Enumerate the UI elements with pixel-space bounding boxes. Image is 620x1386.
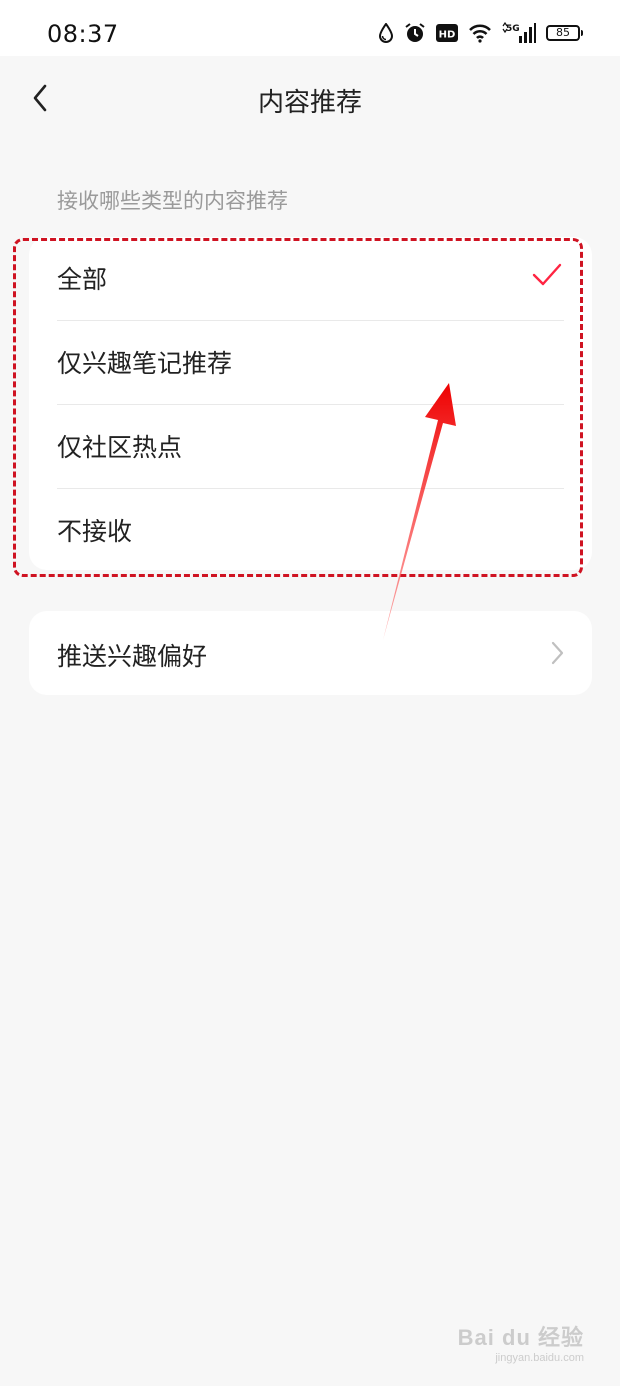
push-interest-preference-row[interactable]: 推送兴趣偏好: [29, 611, 592, 695]
section-label: 接收哪些类型的内容推荐: [57, 189, 288, 213]
status-bar: 08:37 HD 5G 85: [0, 0, 620, 56]
network-label: 5G: [506, 24, 520, 34]
option-label: 仅社区热点: [57, 433, 183, 462]
page-title: 内容推荐: [257, 88, 362, 118]
water-drop-icon: [378, 23, 394, 43]
status-time: 08:37: [47, 20, 119, 48]
watermark: Bai du 经验 jingyan.baidu.com: [458, 1320, 584, 1364]
option-all[interactable]: 全部: [29, 237, 592, 321]
wifi-icon: [468, 23, 492, 43]
option-none[interactable]: 不接收: [29, 489, 592, 573]
status-icons: HD 5G 85: [378, 22, 583, 44]
recommendation-options-card: 全部 仅兴趣笔记推荐 仅社区热点 不接收: [29, 237, 592, 570]
hd-icon: HD: [436, 24, 458, 42]
preference-label: 推送兴趣偏好: [57, 642, 208, 671]
option-label: 全部: [57, 265, 108, 294]
watermark-sub: jingyan.baidu.com: [495, 1352, 584, 1364]
option-community-hot[interactable]: 仅社区热点: [29, 405, 592, 489]
option-label: 不接收: [57, 517, 133, 546]
watermark-main: Bai du 经验: [457, 1325, 584, 1350]
hd-label: HD: [439, 30, 456, 41]
option-label: 仅兴趣笔记推荐: [57, 349, 233, 378]
nav-bar: 内容推荐: [0, 56, 620, 142]
battery-icon: 85: [546, 25, 583, 41]
5g-signal-icon: 5G: [502, 22, 536, 44]
alarm-icon: [404, 22, 426, 44]
checkmark-icon: [532, 263, 562, 291]
option-interest-notes[interactable]: 仅兴趣笔记推荐: [29, 321, 592, 405]
chevron-right-icon: [550, 641, 564, 669]
